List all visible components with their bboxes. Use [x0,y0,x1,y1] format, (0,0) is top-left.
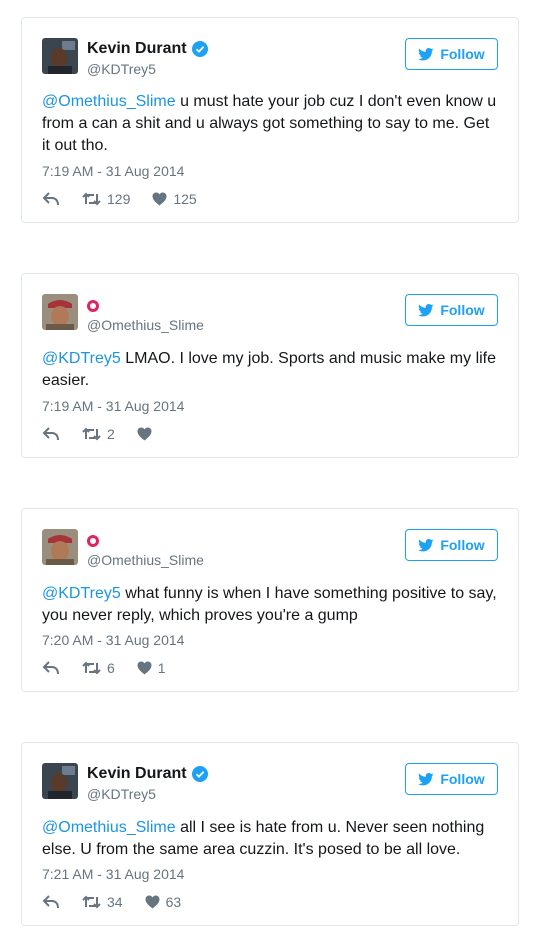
follow-label: Follow [440,771,485,787]
display-name[interactable]: Kevin Durant [87,765,187,783]
red-circle-emoji-icon [87,535,99,547]
retweet-button[interactable]: 2 [82,426,115,442]
heart-icon [137,661,152,675]
like-button[interactable]: 1 [137,660,166,676]
retweet-count: 2 [107,426,115,442]
handle[interactable]: @Omethius_Slime [87,317,204,333]
avatar[interactable] [42,529,78,565]
like-count: 63 [165,894,182,910]
tweet-text: @KDTrey5 LMAO. I love my job. Sports and… [42,348,498,392]
tweet-text: @Omethius_Slime all I see is hate from u… [42,817,498,861]
mention-link[interactable]: @KDTrey5 [42,350,121,367]
retweet-icon [82,192,101,206]
like-count: 125 [173,191,197,207]
twitter-bird-icon [418,772,434,785]
reply-button[interactable] [42,895,60,909]
avatar[interactable] [42,294,78,330]
reply-icon [42,427,59,441]
tweet-card: Kevin Durant @KDTrey5 Follow @Omethius_S… [21,742,519,926]
timestamp[interactable]: 7:20 AM - 31 Aug 2014 [42,632,184,648]
follow-button[interactable]: Follow [405,38,498,70]
like-button[interactable]: 125 [152,191,197,207]
action-bar: 129 125 [42,191,219,207]
name-row: Kevin Durant [87,39,208,59]
heart-icon [152,192,167,206]
verified-badge-icon [191,766,208,782]
follow-label: Follow [440,302,485,318]
red-circle-emoji-icon [87,300,99,312]
timestamp[interactable]: 7:19 AM - 31 Aug 2014 [42,398,184,414]
like-count: 1 [157,660,166,676]
handle[interactable]: @KDTrey5 [87,786,156,802]
name-row [87,295,99,315]
retweet-icon [82,895,101,909]
retweet-count: 6 [107,660,115,676]
retweet-button[interactable]: 34 [82,894,123,910]
tweet-card: @Omethius_Slime Follow @KDTrey5 LMAO. I … [21,273,519,458]
reply-icon [42,192,59,206]
action-bar: 6 1 [42,660,188,676]
tweet-card: Kevin Durant @KDTrey5 Follow @Omethius_S… [21,17,519,223]
retweet-icon [82,427,101,441]
action-bar: 2 [42,426,180,442]
mention-link[interactable]: @Omethius_Slime [42,819,176,836]
retweet-button[interactable]: 6 [82,660,115,676]
retweet-count: 34 [107,894,123,910]
heart-icon [137,427,152,441]
follow-button[interactable]: Follow [405,763,498,795]
twitter-bird-icon [418,538,434,551]
reply-icon [42,661,59,675]
avatar[interactable] [42,38,78,74]
avatar[interactable] [42,763,78,799]
retweet-icon [82,661,101,675]
tweet-text: @KDTrey5 what funny is when I have somet… [42,583,498,627]
twitter-bird-icon [418,303,434,316]
follow-button[interactable]: Follow [405,529,498,561]
handle[interactable]: @KDTrey5 [87,61,156,77]
mention-link[interactable]: @KDTrey5 [42,585,121,602]
reply-button[interactable] [42,192,60,206]
follow-label: Follow [440,46,485,62]
timestamp[interactable]: 7:19 AM - 31 Aug 2014 [42,163,184,179]
heart-icon [145,895,160,909]
name-row [87,530,99,550]
reply-icon [42,895,59,909]
handle[interactable]: @Omethius_Slime [87,552,204,568]
tweet-card: @Omethius_Slime Follow @KDTrey5 what fun… [21,508,519,692]
retweet-button[interactable]: 129 [82,191,130,207]
mention-link[interactable]: @Omethius_Slime [42,93,176,110]
follow-button[interactable]: Follow [405,294,498,326]
tweet-text: @Omethius_Slime u must hate your job cuz… [42,91,498,157]
timestamp[interactable]: 7:21 AM - 31 Aug 2014 [42,866,184,882]
action-bar: 34 63 [42,894,203,910]
twitter-bird-icon [418,47,434,60]
like-button[interactable] [137,427,158,441]
verified-badge-icon [191,41,208,57]
like-button[interactable]: 63 [145,894,182,910]
follow-label: Follow [440,537,485,553]
reply-button[interactable] [42,427,60,441]
retweet-count: 129 [107,191,131,207]
reply-button[interactable] [42,661,60,675]
name-row: Kevin Durant [87,764,208,784]
display-name[interactable]: Kevin Durant [87,40,187,58]
